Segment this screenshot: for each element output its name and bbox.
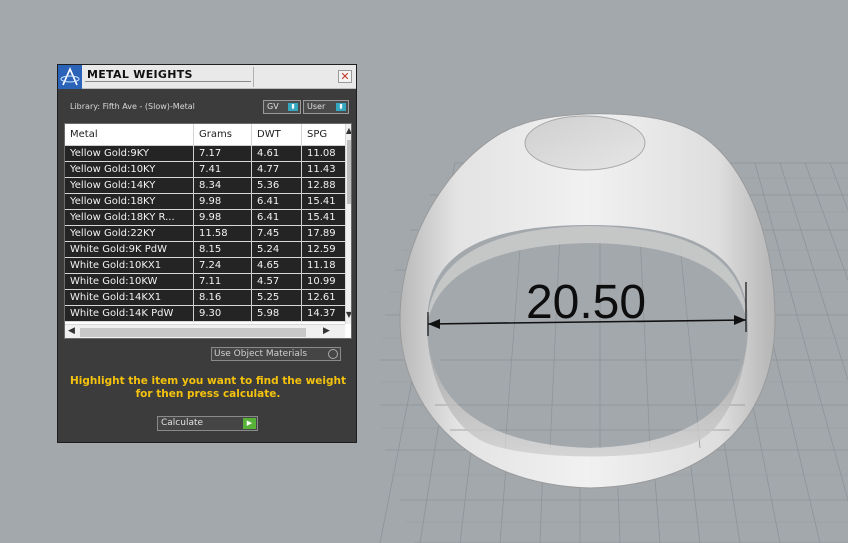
table-row[interactable]: White Gold:9K PdW 8.15 5.24 12.59 bbox=[65, 242, 345, 258]
cell-dwt: 7.45 bbox=[252, 226, 302, 242]
scroll-down-icon[interactable]: ▼ bbox=[345, 310, 351, 319]
titlebar-divider bbox=[253, 67, 254, 87]
table-row[interactable]: Yellow Gold:18KY 9.98 6.41 15.41 bbox=[65, 194, 345, 210]
scroll-left-icon[interactable]: ◀ bbox=[68, 326, 75, 336]
table-row[interactable]: Yellow Gold:22KY 11.58 7.45 17.89 bbox=[65, 226, 345, 242]
cell-grams: 9.30 bbox=[194, 306, 252, 322]
cell-dwt: 4.57 bbox=[252, 274, 302, 290]
use-object-materials-label: Use Object Materials bbox=[214, 349, 308, 359]
cell-metal: White Gold:10KW bbox=[65, 274, 194, 290]
scroll-up-icon[interactable]: ▲ bbox=[345, 126, 351, 135]
column-header-dwt[interactable]: DWT bbox=[252, 124, 302, 146]
cell-spg: 11.43 bbox=[307, 164, 336, 175]
cell-metal: Yellow Gold:9KY bbox=[65, 146, 194, 162]
radio-icon[interactable] bbox=[328, 349, 338, 359]
table-row[interactable]: Yellow Gold:14KY 8.34 5.36 12.88 bbox=[65, 178, 345, 194]
cell-dwt: 5.36 bbox=[252, 178, 302, 194]
cell-spg: 11.08 bbox=[307, 148, 336, 159]
cell-metal: Yellow Gold:10KY bbox=[65, 162, 194, 178]
cell-dwt: 6.41 bbox=[252, 194, 302, 210]
cell-dwt: 4.61 bbox=[252, 146, 302, 162]
metal-table: Metal Grams DWT SPG Yellow Gold:9KY 7.17 4… bbox=[64, 123, 352, 339]
cell-grams: 7.11 bbox=[194, 274, 252, 290]
cell-dwt: 5.24 bbox=[252, 242, 302, 258]
calculate-label: Calculate bbox=[161, 418, 204, 428]
cell-grams: 7.41 bbox=[194, 162, 252, 178]
app-logo-icon bbox=[58, 65, 82, 89]
instruction-line-2: for then press calculate. bbox=[135, 388, 281, 400]
cell-grams: 7.24 bbox=[194, 258, 252, 274]
cell-dwt: 5.98 bbox=[252, 306, 302, 322]
column-header-spg[interactable]: SPG bbox=[302, 124, 345, 146]
vertical-scroll-thumb[interactable] bbox=[347, 140, 351, 204]
user-toggle[interactable]: User ▮ bbox=[303, 100, 349, 114]
table-row[interactable]: Yellow Gold:9KY 7.17 4.61 11.08 bbox=[65, 146, 345, 162]
cell-grams: 9.98 bbox=[194, 194, 252, 210]
cell-metal: Yellow Gold:18KY bbox=[65, 194, 194, 210]
cell-spg: 11.18 bbox=[307, 260, 336, 271]
cell-spg: 12.88 bbox=[307, 180, 336, 191]
table-body: Yellow Gold:9KY 7.17 4.61 11.08 Yellow Gold… bbox=[65, 146, 345, 322]
toggle-knob-icon: ▮ bbox=[288, 103, 298, 111]
cell-spg: 14.37 bbox=[307, 308, 336, 319]
cell-grams: 8.16 bbox=[194, 290, 252, 306]
cell-dwt: 5.25 bbox=[252, 290, 302, 306]
horizontal-scroll-thumb[interactable] bbox=[80, 328, 306, 337]
table-row[interactable]: White Gold:10KX1 7.24 4.65 11.18 bbox=[65, 258, 345, 274]
panel-title: METAL WEIGHTS bbox=[87, 68, 193, 81]
column-header-metal[interactable]: Metal bbox=[65, 124, 194, 146]
cell-spg: 12.61 bbox=[307, 292, 336, 303]
cell-metal: White Gold:9K PdW bbox=[65, 242, 194, 258]
table-row[interactable]: White Gold:10KW 7.11 4.57 10.99 bbox=[65, 274, 345, 290]
cell-metal: White Gold:14K PdW bbox=[65, 306, 194, 322]
instruction-text: Highlight the item you want to find the … bbox=[64, 375, 352, 401]
scroll-right-icon[interactable]: ▶ bbox=[323, 326, 330, 336]
cell-grams: 9.98 bbox=[194, 210, 252, 226]
calculate-button[interactable]: Calculate ▶ bbox=[157, 416, 258, 431]
cell-grams: 7.17 bbox=[194, 146, 252, 162]
play-arrow-icon: ▶ bbox=[243, 418, 256, 429]
cell-dwt: 6.41 bbox=[252, 210, 302, 226]
horizontal-scrollbar[interactable]: ◀ ▶ bbox=[65, 324, 345, 338]
cell-metal: Yellow Gold:14KY bbox=[65, 178, 194, 194]
table-row[interactable]: Yellow Gold:18KY R... 9.98 6.41 15.41 bbox=[65, 210, 345, 226]
use-object-materials-option[interactable]: Use Object Materials bbox=[211, 347, 341, 361]
library-label: Library: Fifth Ave - (Slow)-Metal bbox=[70, 102, 195, 111]
cell-metal: White Gold:14KX1 bbox=[65, 290, 194, 306]
cell-metal: Yellow Gold:22KY bbox=[65, 226, 194, 242]
column-header-grams[interactable]: Grams bbox=[194, 124, 252, 146]
cell-spg: 17.89 bbox=[307, 228, 336, 239]
gv-toggle-label: GV bbox=[267, 102, 279, 111]
cell-dwt: 4.77 bbox=[252, 162, 302, 178]
cell-spg: 15.41 bbox=[307, 212, 336, 223]
cell-dwt: 4.65 bbox=[252, 258, 302, 274]
cell-metal: Yellow Gold:18KY R... bbox=[65, 210, 194, 226]
toggle-knob-icon: ▮ bbox=[336, 103, 346, 111]
cell-grams: 8.15 bbox=[194, 242, 252, 258]
table-row[interactable]: White Gold:14KX1 8.16 5.25 12.61 bbox=[65, 290, 345, 306]
cell-spg: 12.59 bbox=[307, 244, 336, 255]
instruction-line-1: Highlight the item you want to find the … bbox=[70, 375, 346, 387]
dimension-label: 20.50 bbox=[526, 276, 646, 329]
cell-spg: 10.99 bbox=[307, 276, 336, 287]
metal-weights-panel: METAL WEIGHTS ✕ Library: Fifth Ave - (Sl… bbox=[57, 64, 357, 443]
user-toggle-label: User bbox=[307, 102, 326, 111]
close-icon[interactable]: ✕ bbox=[338, 70, 352, 83]
gv-toggle[interactable]: GV ▮ bbox=[263, 100, 301, 114]
title-underline bbox=[85, 81, 251, 82]
table-header: Metal Grams DWT SPG bbox=[65, 124, 345, 146]
cell-spg: 15.41 bbox=[307, 196, 336, 207]
vertical-scrollbar[interactable]: ▲ ▼ bbox=[345, 124, 351, 324]
cell-metal: White Gold:10KX1 bbox=[65, 258, 194, 274]
cell-grams: 8.34 bbox=[194, 178, 252, 194]
cell-grams: 11.58 bbox=[194, 226, 252, 242]
panel-titlebar[interactable]: METAL WEIGHTS ✕ bbox=[58, 65, 356, 89]
table-row[interactable]: White Gold:14K PdW 9.30 5.98 14.37 bbox=[65, 306, 345, 322]
table-row[interactable]: Yellow Gold:10KY 7.41 4.77 11.43 bbox=[65, 162, 345, 178]
